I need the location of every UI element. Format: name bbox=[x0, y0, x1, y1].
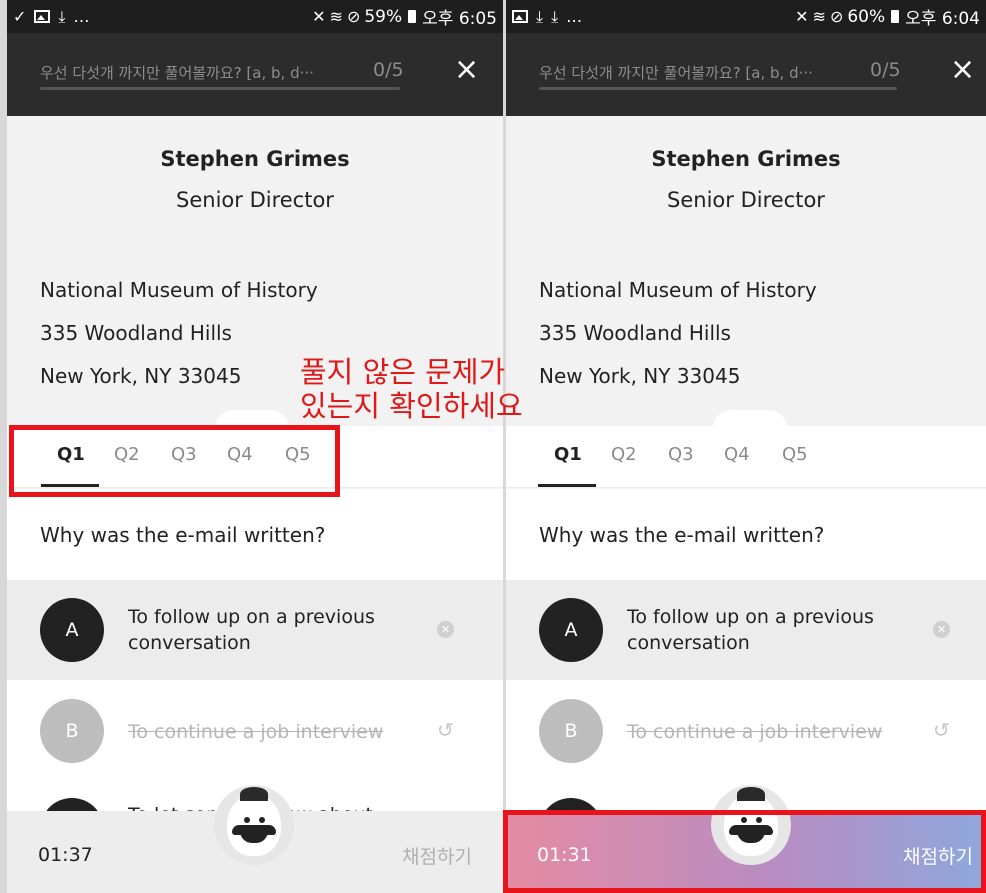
progress-count: 0/5 bbox=[373, 59, 404, 81]
person-name: Stephen Grimes bbox=[160, 147, 350, 171]
question: Why was the e-mail written? bbox=[7, 489, 503, 580]
clock: 오후 6:05 bbox=[422, 9, 497, 29]
grade-button[interactable]: 채점하기 bbox=[402, 842, 472, 869]
undo-icon[interactable]: ↺ bbox=[437, 718, 454, 742]
option-a[interactable]: A To follow up on a previous conversatio… bbox=[506, 580, 986, 680]
progress-bar bbox=[539, 87, 897, 90]
mustache-icon bbox=[232, 825, 276, 835]
battery-icon bbox=[408, 10, 417, 23]
tab-q3[interactable]: Q3 bbox=[668, 444, 694, 465]
timer: 01:37 bbox=[38, 844, 93, 866]
quiz-header: 우선 다섯개 까지만 풀어볼까요? [a, b, d··· 0/5 × bbox=[506, 33, 986, 116]
question: Why was the e-mail written? bbox=[506, 489, 986, 580]
progress-count: 0/5 bbox=[870, 59, 901, 81]
status-bar: ✓ ⤓ … ✕ ≋ ⊘ 59% 오후 6:05 bbox=[7, 0, 503, 33]
mascot-hair bbox=[240, 787, 268, 801]
address-line: New York, NY 33045 bbox=[40, 364, 242, 388]
active-tab-indicator bbox=[538, 484, 596, 487]
option-text: To follow up on a previous conversation bbox=[128, 604, 375, 656]
address-line: National Museum of History bbox=[40, 278, 318, 302]
close-icon[interactable]: × bbox=[950, 55, 975, 85]
mascot-hair bbox=[737, 787, 765, 801]
question-text: Why was the e-mail written? bbox=[40, 523, 326, 547]
eliminate-icon[interactable]: ✕ bbox=[437, 621, 454, 638]
address-line: New York, NY 33045 bbox=[539, 364, 741, 388]
close-icon[interactable]: × bbox=[454, 55, 479, 85]
option-letter: B bbox=[40, 699, 104, 763]
option-text: To continue a job interview bbox=[627, 721, 883, 743]
option-letter: B bbox=[539, 699, 603, 763]
do-not-disturb-icon: ⊘ bbox=[829, 6, 844, 26]
tab-q2[interactable]: Q2 bbox=[611, 444, 637, 465]
annotation-line: 풀지 않은 문제가 bbox=[300, 355, 506, 389]
option-text-line: conversation bbox=[128, 632, 251, 654]
option-a[interactable]: A To follow up on a previous conversatio… bbox=[7, 580, 503, 680]
option-text-line: conversation bbox=[627, 632, 750, 654]
option-text-line: To follow up on a previous bbox=[128, 606, 375, 628]
quiz-prompt: 우선 다섯개 까지만 풀어볼까요? [a, b, d··· bbox=[40, 64, 314, 82]
more-icon: … bbox=[566, 6, 583, 26]
mascot-avatar[interactable] bbox=[214, 785, 294, 865]
download-icon: ⤓ bbox=[536, 6, 544, 26]
annotation-text: 풀지 않은 문제가 있는지 확인하세요 bbox=[300, 355, 523, 423]
undo-icon[interactable]: ↺ bbox=[933, 718, 950, 742]
battery-percent: 59% bbox=[364, 6, 403, 27]
more-icon: … bbox=[73, 6, 90, 26]
highlight-box-grade-bar bbox=[503, 810, 986, 893]
address-line: 335 Woodland Hills bbox=[539, 321, 731, 345]
wifi-icon: ≋ bbox=[329, 6, 343, 26]
mascot-eye bbox=[244, 817, 250, 823]
download-icon: ⤓ bbox=[58, 6, 66, 26]
mascot-eye bbox=[259, 817, 265, 823]
highlight-box-tabs bbox=[9, 425, 340, 497]
download-icon: ⤓ bbox=[551, 6, 559, 26]
person-title: Senior Director bbox=[176, 188, 334, 212]
question-text: Why was the e-mail written? bbox=[539, 523, 825, 547]
image-icon bbox=[512, 10, 528, 23]
battery-percent: 60% bbox=[847, 6, 886, 27]
option-text: To follow up on a previous conversation bbox=[627, 604, 874, 656]
question-tabs: Q1 Q2 Q3 Q4 Q5 bbox=[506, 426, 986, 488]
address-line: National Museum of History bbox=[539, 278, 817, 302]
option-b[interactable]: B To continue a job interview ↺ bbox=[7, 680, 503, 780]
option-text-line: To follow up on a previous bbox=[627, 606, 874, 628]
passage: Stephen Grimes Senior Director National … bbox=[506, 116, 986, 426]
person-name: Stephen Grimes bbox=[651, 147, 841, 171]
do-not-disturb-icon: ⊘ bbox=[346, 6, 361, 26]
quiz-prompt: 우선 다섯개 까지만 풀어볼까요? [a, b, d··· bbox=[539, 64, 813, 82]
option-b[interactable]: B To continue a job interview ↺ bbox=[506, 680, 986, 780]
status-bar: ⤓ ⤓ … ✕ ≋ ⊘ 60% 오후 6:04 bbox=[506, 0, 986, 33]
annotation-line: 있는지 확인하세요 bbox=[300, 389, 523, 423]
tab-q5[interactable]: Q5 bbox=[782, 444, 808, 465]
wifi-icon: ≋ bbox=[812, 6, 826, 26]
phone-screen-right: ⤓ ⤓ … ✕ ≋ ⊘ 60% 오후 6:04 우선 다섯개 까지만 풀어볼까요… bbox=[506, 0, 986, 893]
check-icon: ✓ bbox=[13, 6, 27, 26]
tab-q1[interactable]: Q1 bbox=[554, 444, 582, 465]
quiz-header: 우선 다섯개 까지만 풀어볼까요? [a, b, d··· 0/5 × bbox=[7, 33, 503, 116]
progress-bar bbox=[40, 87, 400, 90]
address-line: 335 Woodland Hills bbox=[40, 321, 232, 345]
person-title: Senior Director bbox=[667, 188, 825, 212]
option-text: To continue a job interview bbox=[128, 721, 384, 743]
mute-icon: ✕ bbox=[312, 6, 326, 26]
option-letter: A bbox=[539, 598, 603, 662]
eliminate-icon[interactable]: ✕ bbox=[933, 621, 950, 638]
image-icon bbox=[34, 10, 51, 23]
battery-icon bbox=[891, 10, 900, 23]
option-letter: A bbox=[40, 598, 104, 662]
tab-q4[interactable]: Q4 bbox=[724, 444, 750, 465]
clock: 오후 6:04 bbox=[905, 9, 980, 29]
mute-icon: ✕ bbox=[795, 6, 809, 26]
